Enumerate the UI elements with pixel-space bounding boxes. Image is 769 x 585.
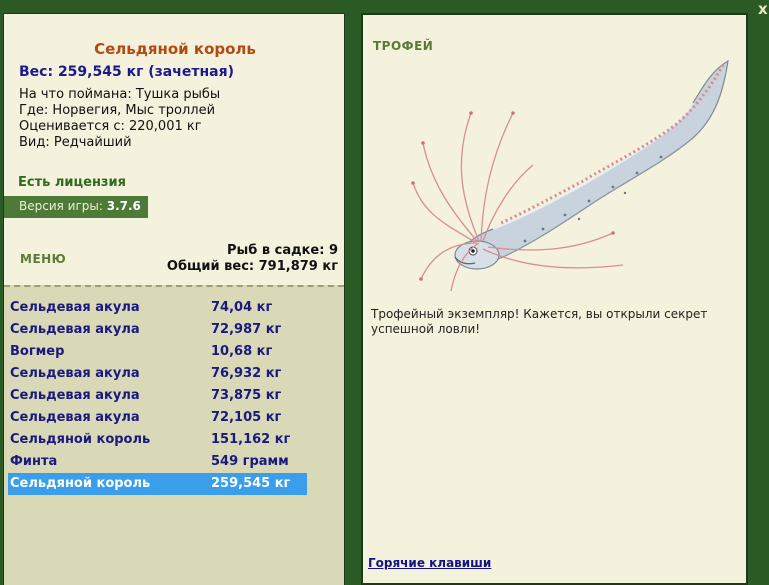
catch-list-item[interactable]: Сельдевая акула 73,875 кг [8,385,307,407]
catch-list: Сельдевая акула 74,04 кг Сельдевая акула 72… [4,285,344,585]
hotkeys-link[interactable]: Горячие клавиши [368,556,491,570]
catch-fish-name: Сельдевая акула [10,300,140,315]
catch-fish-name: Сельдяной король [10,432,151,447]
catch-fish-name: Сельдевая акула [10,322,140,337]
version-value: 3.7.6 [106,199,141,213]
rated-from-info: Оценивается с: 220,001 кг [19,119,202,134]
keepnet-total-weight: Общий вес: 791,879 кг [166,259,338,274]
catch-list-item[interactable]: Сельдевая акула 72,105 кг [8,407,307,429]
catch-list-item[interactable]: Финта 549 грамм [8,451,307,473]
close-button[interactable]: x [758,0,769,18]
catch-list-item[interactable]: Сельдевая акула 74,04 кг [8,297,307,319]
catch-fish-weight: 10,68 кг [211,344,273,359]
catch-fish-weight: 73,875 кг [211,388,282,403]
keepnet-stats: Рыб в садке: 9 Общий вес: 791,879 кг [167,243,338,275]
location-info: Где: Норвегия, Мыс троллей [19,103,216,118]
catch-fish-name: Сельдевая акула [10,388,140,403]
oarfish-image [411,59,729,292]
catch-fish-weight: 74,04 кг [211,300,273,315]
bait-info: На что поймана: Тушка рыбы [19,87,221,102]
catch-list-item[interactable]: Вогмер 10,68 кг [8,341,307,363]
catch-list-item[interactable]: Сельдяной король 151,162 кг [8,429,307,451]
catch-fish-weight: 151,162 кг [211,432,291,447]
catch-fish-weight: 72,987 кг [211,322,282,337]
keepnet-count: Рыб в садке: 9 [226,243,338,258]
game-version: Версия игры: 3.7.6 [4,196,148,218]
catch-fish-weight: 259,545 кг [211,476,291,491]
version-label: Версия игры: [19,199,107,213]
fish-weight: Вес: 259,545 кг (зачетная) [19,64,234,80]
catch-fish-name: Сельдяной король [10,476,151,491]
catch-fish-name: Вогмер [10,344,65,359]
catch-list-item[interactable]: Сельдевая акула 76,932 кг [8,363,307,385]
menu-button[interactable]: МЕНЮ [20,252,66,266]
catch-fish-name: Сельдевая акула [10,410,140,425]
kind-info: Вид: Редчайший [19,135,132,150]
catch-fish-weight: 549 грамм [211,454,289,469]
fish-title: Сельдяной король [94,40,256,58]
catch-fish-weight: 72,105 кг [211,410,282,425]
trophy-panel: ТРОФЕЙ Трофейный экземпляр! Кажется, вы … [361,13,748,585]
trophy-message: Трофейный экземпляр! Кажется, вы открыли… [371,307,708,336]
license-status: Есть лицензия [18,175,126,190]
catch-list-item[interactable]: Сельдяной король 259,545 кг [8,473,307,495]
catch-fish-name: Сельдевая акула [10,366,140,381]
fish-info-panel: Сельдяной король Вес: 259,545 кг (зачетн… [3,13,345,585]
catch-list-item[interactable]: Сельдевая акула 72,987 кг [8,319,307,341]
catch-fish-name: Финта [10,454,58,469]
catch-fish-weight: 76,932 кг [211,366,282,381]
